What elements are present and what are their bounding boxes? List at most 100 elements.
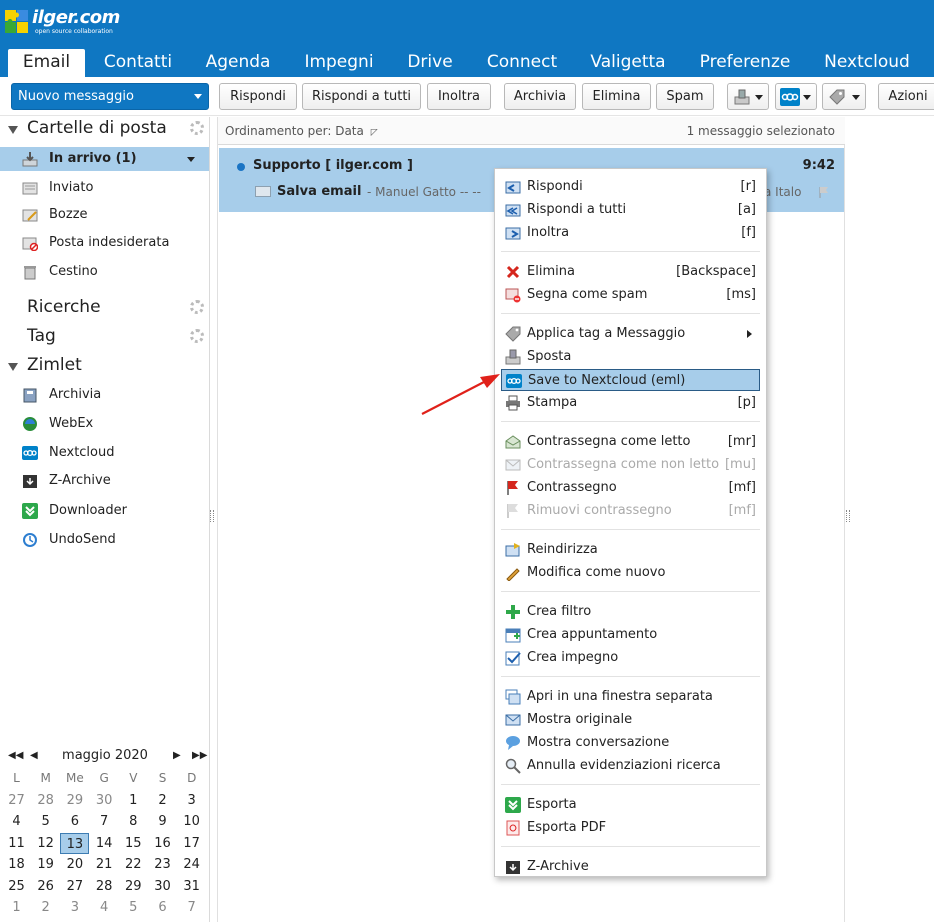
reply-all-button[interactable]: Rispondi a tutti bbox=[302, 83, 421, 110]
menu-item-crea-appuntamento[interactable]: Crea appuntamento bbox=[501, 624, 760, 646]
reading-pane-splitter-handle[interactable] bbox=[846, 510, 850, 522]
calendar-day[interactable]: 3 bbox=[177, 790, 206, 811]
mail-folders-header[interactable]: Cartelle di posta bbox=[0, 117, 210, 143]
calendar-day[interactable]: 4 bbox=[2, 811, 31, 832]
sidebar-splitter-handle[interactable] bbox=[210, 510, 214, 522]
folder-trash[interactable]: Cestino bbox=[0, 260, 209, 284]
calendar-day[interactable]: 24 bbox=[177, 854, 206, 875]
gear-icon[interactable] bbox=[190, 121, 204, 135]
calendar-day[interactable]: 1 bbox=[2, 897, 31, 918]
spam-button[interactable]: Spam bbox=[656, 83, 714, 110]
menu-item-inoltra[interactable]: Inoltra [f] bbox=[501, 222, 760, 244]
tab-connect[interactable]: Connect bbox=[477, 49, 567, 77]
tab-email[interactable]: Email bbox=[8, 49, 85, 77]
sort-order-icon[interactable]: ◸ bbox=[371, 128, 378, 138]
next-month-icon[interactable]: ▶ bbox=[173, 750, 181, 761]
calendar-day[interactable]: 10 bbox=[177, 811, 206, 832]
calendar-day[interactable]: 9 bbox=[148, 811, 177, 832]
calendar-day[interactable]: 22 bbox=[119, 854, 148, 875]
collapse-triangle-icon[interactable] bbox=[8, 363, 18, 371]
chevron-down-icon[interactable] bbox=[187, 157, 195, 162]
calendar-day[interactable]: 1 bbox=[119, 790, 148, 811]
calendar-day[interactable]: 6 bbox=[148, 897, 177, 918]
zimlet-downloader[interactable]: Downloader bbox=[0, 499, 209, 523]
collapse-triangle-icon[interactable] bbox=[8, 126, 18, 134]
calendar-day[interactable]: 26 bbox=[31, 876, 60, 897]
archive-button[interactable]: Archivia bbox=[504, 83, 576, 110]
menu-item-esporta[interactable]: Esporta bbox=[501, 794, 760, 816]
tab-valigetta[interactable]: Valigetta bbox=[580, 49, 676, 77]
menu-item-apri-in-una-finestra-separata[interactable]: Apri in una finestra separata bbox=[501, 686, 760, 708]
calendar-day[interactable]: 28 bbox=[90, 876, 119, 897]
tab-nextcloud[interactable]: Nextcloud bbox=[815, 49, 919, 77]
menu-item-crea-impegno[interactable]: Crea impegno bbox=[501, 647, 760, 669]
menu-item-sposta[interactable]: Sposta bbox=[501, 346, 760, 368]
chevron-down-icon[interactable] bbox=[194, 94, 202, 99]
menu-item-reindirizza[interactable]: Reindirizza bbox=[501, 539, 760, 561]
calendar-day[interactable]: 5 bbox=[119, 897, 148, 918]
menu-item-stampa[interactable]: Stampa [p] bbox=[501, 392, 760, 414]
calendar-day[interactable]: 18 bbox=[2, 854, 31, 875]
menu-item-esporta-pdf[interactable]: Esporta PDF bbox=[501, 817, 760, 839]
flag-icon[interactable] bbox=[818, 186, 830, 198]
zimlet-nextcloud[interactable]: Nextcloud bbox=[0, 441, 209, 465]
menu-item-mostra-conversazione[interactable]: Mostra conversazione bbox=[501, 732, 760, 754]
calendar-day[interactable]: 8 bbox=[119, 811, 148, 832]
menu-item-save-to-nextcloud-eml[interactable]: Save to Nextcloud (eml) bbox=[501, 369, 760, 391]
menu-item-modifica-come-nuovo[interactable]: Modifica come nuovo bbox=[501, 562, 760, 584]
folder-sent[interactable]: Inviato bbox=[0, 176, 209, 200]
menu-item-contrassegno[interactable]: Contrassegno [mf] bbox=[501, 477, 760, 499]
folder-junk[interactable]: Posta indesiderata bbox=[0, 231, 209, 255]
calendar-day[interactable]: 5 bbox=[31, 811, 60, 832]
tab-contatti[interactable]: Contatti bbox=[94, 49, 182, 77]
calendar-day[interactable]: 2 bbox=[148, 790, 177, 811]
calendar-day[interactable]: 12 bbox=[31, 833, 60, 854]
gear-icon[interactable] bbox=[190, 300, 204, 314]
calendar-day[interactable]: 15 bbox=[119, 833, 148, 854]
calendar-day[interactable]: 16 bbox=[148, 833, 177, 854]
menu-item-mostra-originale[interactable]: Mostra originale bbox=[501, 709, 760, 731]
folder-inbox[interactable]: In arrivo (1) bbox=[0, 147, 209, 171]
tags-header[interactable]: Tag bbox=[0, 325, 210, 351]
sort-by-label[interactable]: Ordinamento per: Data ◸ bbox=[225, 124, 378, 138]
forward-button[interactable]: Inoltra bbox=[427, 83, 491, 110]
nextcloud-dropdown-button[interactable] bbox=[775, 83, 817, 110]
delete-button[interactable]: Elimina bbox=[582, 83, 651, 110]
zimlets-header[interactable]: Zimlet bbox=[0, 354, 210, 380]
tag-dropdown-button[interactable] bbox=[822, 83, 866, 110]
tab-agenda[interactable]: Agenda bbox=[194, 49, 282, 77]
tab-impegni[interactable]: Impegni bbox=[295, 49, 383, 77]
zimlet-z-archive[interactable]: Z-Archive bbox=[0, 469, 209, 493]
menu-item-segna-come-spam[interactable]: Segna come spam [ms] bbox=[501, 284, 760, 306]
tab-drive[interactable]: Drive bbox=[395, 49, 465, 77]
zimlet-webex[interactable]: WebEx bbox=[0, 412, 209, 436]
reply-button[interactable]: Rispondi bbox=[219, 83, 297, 110]
calendar-day[interactable]: 7 bbox=[90, 811, 119, 832]
menu-item-annulla-evidenziazioni-ricerca[interactable]: Annulla evidenziazioni ricerca bbox=[501, 755, 760, 777]
zimlet-undosend[interactable]: UndoSend bbox=[0, 528, 209, 552]
calendar-day[interactable]: 27 bbox=[2, 790, 31, 811]
calendar-day[interactable]: 19 bbox=[31, 854, 60, 875]
logo[interactable]: ilger.com open source collaboration bbox=[2, 4, 202, 36]
calendar-day[interactable]: 17 bbox=[177, 833, 206, 854]
menu-item-z-archive[interactable]: Z-Archive bbox=[501, 856, 760, 878]
calendar-day[interactable]: 30 bbox=[90, 790, 119, 811]
calendar-day[interactable]: 14 bbox=[90, 833, 119, 854]
move-dropdown-button[interactable] bbox=[727, 83, 769, 110]
calendar-day[interactable]: 2 bbox=[31, 897, 60, 918]
menu-item-crea-filtro[interactable]: Crea filtro bbox=[501, 601, 760, 623]
gear-icon[interactable] bbox=[190, 329, 204, 343]
next-year-icon[interactable]: ▶▶ bbox=[192, 750, 207, 761]
calendar-day[interactable]: 6 bbox=[60, 811, 89, 832]
calendar-day[interactable]: 4 bbox=[90, 897, 119, 918]
actions-button[interactable]: Azioni bbox=[878, 83, 934, 110]
calendar-day[interactable]: 21 bbox=[90, 854, 119, 875]
menu-item-rispondi[interactable]: Rispondi [r] bbox=[501, 176, 760, 198]
menu-item-elimina[interactable]: Elimina [Backspace] bbox=[501, 261, 760, 283]
calendar-day[interactable]: 29 bbox=[60, 790, 89, 811]
folder-drafts[interactable]: Bozze bbox=[0, 203, 209, 227]
unread-dot-icon[interactable] bbox=[237, 163, 245, 171]
menu-item-contrassegna-come-letto[interactable]: Contrassegna come letto [mr] bbox=[501, 431, 760, 453]
menu-item-rispondi-a-tutti[interactable]: Rispondi a tutti [a] bbox=[501, 199, 760, 221]
calendar-day[interactable]: 20 bbox=[60, 854, 89, 875]
